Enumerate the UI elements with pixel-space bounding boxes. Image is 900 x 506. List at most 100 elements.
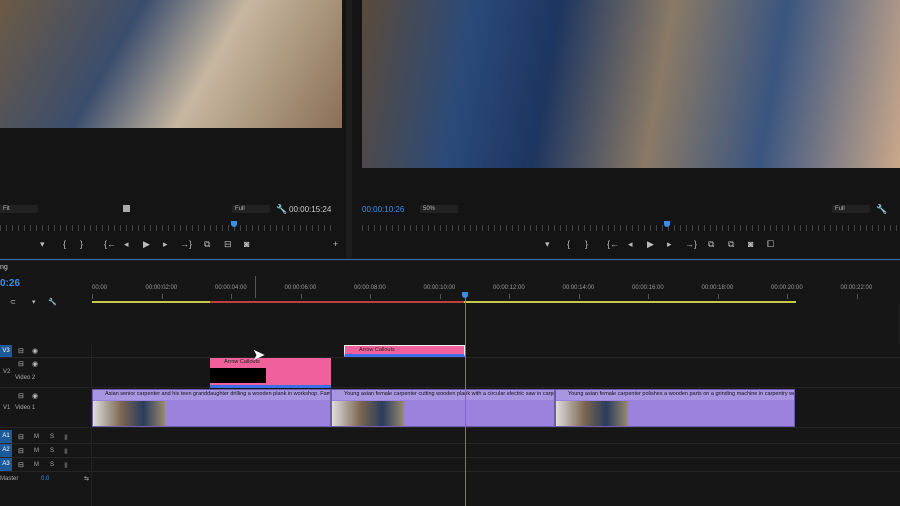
ruler-tick xyxy=(648,294,649,299)
safe-margins-icon[interactable] xyxy=(123,205,130,212)
timeline-playhead-line[interactable] xyxy=(465,297,466,506)
ruler-tick-label: 00:00:14:00 xyxy=(562,285,595,291)
step-back-icon[interactable]: ◂ xyxy=(124,240,129,249)
ruler-tick xyxy=(161,294,163,299)
program-timecode: 00:00:10:26 xyxy=(362,205,405,214)
track-target-v3[interactable]: V3 xyxy=(0,345,12,357)
program-scrubber[interactable] xyxy=(362,225,900,231)
comparison-view-icon[interactable]: ⧠ xyxy=(767,240,774,249)
ruler-tick xyxy=(856,294,858,299)
step-forward-icon[interactable]: ▸ xyxy=(667,240,672,249)
go-to-in-icon[interactable]: {← xyxy=(607,240,619,249)
graphic-clip-v2[interactable]: Arrow Callouts xyxy=(210,358,331,388)
eye-icon[interactable]: ◉ xyxy=(32,347,38,356)
video-clip[interactable]: Young asian female carpenter cutting woo… xyxy=(331,389,555,427)
source-zoom-select[interactable]: Fit xyxy=(0,205,38,213)
source-playhead[interactable] xyxy=(231,221,237,227)
add-button-icon[interactable]: + xyxy=(333,240,338,249)
video-clip[interactable]: Asian senior carpenter and his teen gran… xyxy=(92,389,331,427)
mute-button[interactable]: M xyxy=(34,462,39,468)
go-to-in-icon[interactable]: {← xyxy=(104,240,116,249)
mic-icon[interactable]: ▮ xyxy=(64,447,68,456)
track-name-v2[interactable]: Video 2 xyxy=(15,375,35,381)
master-volume[interactable]: 0.0 xyxy=(41,476,49,482)
mark-out-icon[interactable]: } xyxy=(585,240,588,249)
mute-button[interactable]: M xyxy=(34,434,39,440)
ruler-tick-label: 00:00:10:00 xyxy=(423,285,456,291)
ruler-tick-label: 00:00:16:00 xyxy=(632,285,664,291)
clip-thumbnail xyxy=(210,368,266,383)
sync-lock-icon[interactable]: ⊟ xyxy=(18,360,24,369)
track-label-v1[interactable]: V1 xyxy=(3,405,10,411)
ruler-tick xyxy=(578,294,580,299)
overwrite-icon[interactable]: ⊟ xyxy=(224,240,232,249)
ruler-tick-label: 00:00:02:00 xyxy=(145,285,178,291)
clip-thumbnail xyxy=(93,401,165,426)
track-target-a2[interactable]: A2 xyxy=(0,444,12,457)
track-a1: A1 ⊟ M S ▮ xyxy=(0,430,900,444)
ruler-tick-label: 00:00:08:00 xyxy=(354,285,386,291)
clip-title: Arrow Callouts xyxy=(224,359,260,365)
sync-lock-icon[interactable]: ⊟ xyxy=(18,347,24,356)
marker-icon[interactable]: ▾ xyxy=(40,240,45,249)
extract-icon[interactable]: ⧉ xyxy=(728,240,734,249)
play-icon[interactable]: ▶ xyxy=(143,240,150,249)
sequence-tab[interactable]: ng xyxy=(0,264,8,271)
eye-icon[interactable]: ◉ xyxy=(32,360,38,369)
solo-button[interactable]: S xyxy=(50,448,54,454)
ruler-tick-label: 00:00:06:00 xyxy=(284,285,317,291)
clip-thumbnail xyxy=(556,401,628,426)
ruler-tick xyxy=(509,294,510,299)
insert-icon[interactable]: ⧉ xyxy=(204,240,210,249)
go-to-out-icon[interactable]: →} xyxy=(180,240,192,249)
marker-icon[interactable]: ▾ xyxy=(545,240,550,249)
eye-icon[interactable]: ◉ xyxy=(32,392,38,401)
program-playhead[interactable] xyxy=(664,221,670,227)
go-to-out-icon[interactable]: →} xyxy=(685,240,697,249)
mute-button[interactable]: M xyxy=(34,448,39,454)
sync-lock-icon[interactable]: ⊟ xyxy=(18,433,24,442)
source-monitor: Fit Full 🔧 00:00:15:24 ▾ { } {← ◂ ▶ ▸ →}… xyxy=(0,0,346,258)
ruler-tick xyxy=(300,294,302,299)
time-ruler[interactable]: 00:00 00:00:02:00 00:00:04:00 00:00:06:00 00… xyxy=(0,283,900,303)
sync-lock-icon[interactable]: ⊟ xyxy=(18,392,24,401)
mark-in-icon[interactable]: { xyxy=(63,240,66,249)
ruler-tick xyxy=(439,294,441,299)
step-forward-icon[interactable]: ▸ xyxy=(163,240,168,249)
ruler-tick-label: 00:00 xyxy=(92,285,108,291)
master-options-icon[interactable]: ⇆ xyxy=(84,475,89,484)
source-scrubber[interactable] xyxy=(0,225,335,231)
video-clip[interactable]: Young asian female carpenter polishes a … xyxy=(555,389,795,427)
mouse-cursor-icon: ➤ xyxy=(252,347,266,364)
sync-lock-icon[interactable]: ⊟ xyxy=(18,461,24,470)
program-monitor: 00:00:10:26 50% Full 🔧 ▾ { } {← ◂ ▶ ▸ →}… xyxy=(352,0,900,258)
play-icon[interactable]: ▶ xyxy=(647,240,654,249)
ruler-tick xyxy=(787,294,788,299)
track-a3: A3 ⊟ M S ▮ xyxy=(0,458,900,472)
sync-lock-icon[interactable]: ⊟ xyxy=(18,447,24,456)
track-target-a3[interactable]: A3 xyxy=(0,458,12,471)
export-frame-icon[interactable]: ◙ xyxy=(244,240,249,249)
track-target-a1[interactable]: A1 xyxy=(0,430,12,443)
wrench-icon[interactable]: 🔧 xyxy=(276,205,287,214)
mic-icon[interactable]: ▮ xyxy=(64,461,68,470)
mark-in-icon[interactable]: { xyxy=(567,240,570,249)
program-quality-select[interactable]: Full xyxy=(832,205,870,213)
solo-button[interactable]: S xyxy=(50,434,54,440)
source-quality-select[interactable]: Full xyxy=(232,205,270,213)
export-frame-icon[interactable]: ◙ xyxy=(748,240,753,249)
mark-out-icon[interactable]: } xyxy=(80,240,83,249)
source-timecode: 00:00:15:24 xyxy=(289,205,332,214)
wrench-icon[interactable]: 🔧 xyxy=(876,205,887,214)
mic-icon[interactable]: ▮ xyxy=(64,433,68,442)
step-back-icon[interactable]: ◂ xyxy=(628,240,633,249)
solo-button[interactable]: S xyxy=(50,462,54,468)
track-name-v1[interactable]: Video 1 xyxy=(15,405,35,411)
graphic-clip-v3[interactable]: Arrow Callouts xyxy=(344,345,465,357)
lift-icon[interactable]: ⧉ xyxy=(708,240,714,249)
track-label-v2[interactable]: V2 xyxy=(3,369,10,375)
ruler-tick-label: 00:00:18:00 xyxy=(701,285,734,291)
program-zoom-select[interactable]: 50% xyxy=(420,205,458,213)
clip-title: Asian senior carpenter and his teen gran… xyxy=(93,390,330,400)
ruler-tick xyxy=(370,294,371,299)
